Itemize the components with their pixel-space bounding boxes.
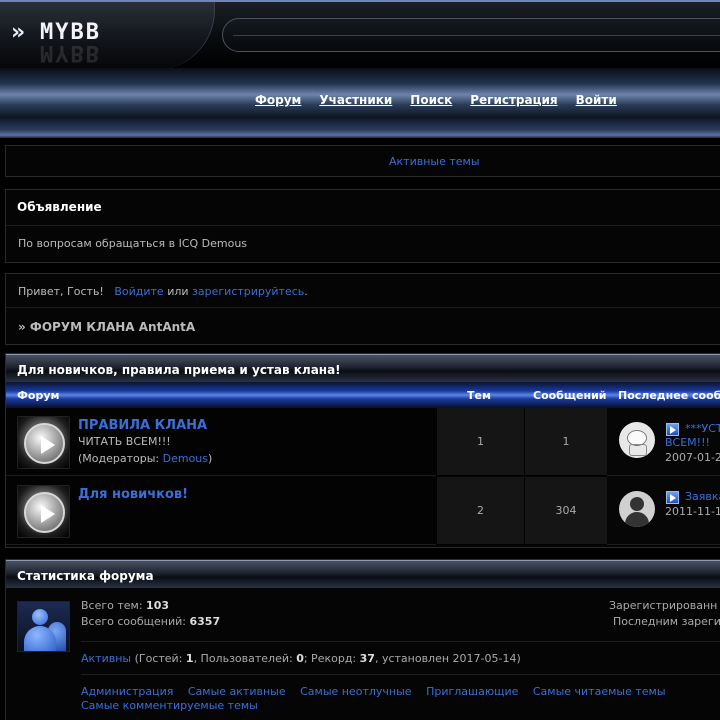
active-topics-link[interactable]: Активные темы [389,155,480,168]
login-link[interactable]: Войдите [114,285,163,298]
forum-title-link[interactable]: Для новичков! [78,487,188,502]
online-users-line: Активны (Гостей: 1, Пользователей: 0; Ре… [81,652,521,665]
forum-status-icon [17,416,70,469]
users-count: 0 [296,652,304,665]
column-posts: Сообщений [533,389,607,402]
record-date: , установлен 2017-05-14) [374,652,521,665]
forum-moderators: (Модераторы: Demous) [78,452,212,465]
column-last-post: Последнее сооб [618,389,720,402]
column-forum: Форум [17,389,60,402]
period-text: . [304,285,308,298]
logo-chevron-icon: » [11,20,25,45]
welcome-line: Привет, Гость! Войдите или зарегистрируй… [18,285,308,298]
forum-posts-count: 304 [524,477,607,545]
active-topics-panel: Активные темы [5,145,720,177]
logo[interactable]: » MYBB MYBB [0,2,215,68]
nav-members-link[interactable]: Участники [319,93,392,107]
last-registered-label: Последним зареги [613,615,720,628]
nav-search-link[interactable]: Поиск [410,93,452,107]
total-topics-value: 103 [146,599,170,612]
statistics-header: Статистика форума [6,560,720,588]
breadcrumb[interactable]: » ФОРУМ КЛАНА AntAntA [18,320,195,334]
nav-login-link[interactable]: Войти [576,93,617,107]
play-icon [24,492,65,533]
forum-title-link[interactable]: ПРАВИЛА КЛАНА [78,418,207,433]
forum-posts-count: 1 [524,408,607,476]
forum-status-icon [17,485,70,538]
header-decorative-bar [222,18,720,52]
statistics-title: Статистика форума [17,569,154,583]
column-topics: Тем [467,389,491,402]
category-header[interactable]: Для новичков, правила приема и устав кла… [6,354,720,382]
category-title: Для новичков, правила приема и устав кла… [17,363,341,377]
divider [6,225,720,226]
most-present-link[interactable]: Самые неотлучные [300,685,411,698]
inviters-link[interactable]: Приглашающие [426,685,518,698]
site-header: » MYBB MYBB [0,0,720,68]
forum-description: ЧИТАТЬ ВСЕМ!!! [78,435,171,448]
last-post-date: 2007-01-2 [665,451,720,464]
welcome-panel: Привет, Гость! Войдите или зарегистрируй… [5,273,720,345]
moderator-link[interactable]: Demous [163,452,208,465]
users-label: , Пользователей: [193,652,297,665]
column-header-row: Форум Тем Сообщений Последнее сооб [6,382,720,408]
go-to-post-icon[interactable] [666,423,679,436]
divider [81,674,720,675]
forum-main-cell: ПРАВИЛА КЛАНА ЧИТАТЬ ВСЕМ!!! (Модераторы… [6,408,436,476]
forum-main-cell: Для новичков! [6,477,436,545]
most-active-link[interactable]: Самые активные [188,685,286,698]
most-commented-topics-link[interactable]: Самые комментируемые темы [81,699,258,712]
last-post-link[interactable]: Заявка [685,490,720,503]
most-read-topics-link[interactable]: Самые читаемые темы [533,685,666,698]
guests-label: (Гостей: [131,652,186,665]
last-post-link-continued[interactable]: ВСЕМ!!! [665,436,710,449]
forum-category: Для новичков, правила приема и устав кла… [5,353,720,548]
divider [6,307,720,308]
logo-reflection: MYBB [40,40,101,65]
forum-last-post: Заявка 2011-11-1 [607,477,720,545]
record-label: ; Рекорд: [303,652,360,665]
record-count: 37 [359,652,375,665]
play-icon [24,423,65,464]
announcement-panel: Объявление По вопросам обращаться в ICQ … [5,189,720,263]
last-post-date: 2011-11-1 [665,505,720,518]
avatar[interactable] [619,422,655,458]
forum-row: Для новичков! 2 304 Заявка 2011-11-1 [6,477,720,545]
total-posts-value: 6357 [189,615,221,628]
forum-statistics: Статистика форума Всего тем: 103 Всего с… [5,559,720,720]
total-topics: Всего тем: 103 [81,599,169,612]
users-icon [17,601,70,652]
announcement-title: Объявление [17,200,102,214]
nav-forum-link[interactable]: Форум [255,93,301,107]
total-posts: Всего сообщений: 6357 [81,615,220,628]
moderators-label: (Модераторы: [78,452,163,465]
guests-count: 1 [185,652,194,665]
main-navigation: Форум Участники Поиск Регистрация Войти [0,68,720,138]
administration-link[interactable]: Администрация [81,685,173,698]
forum-row: ПРАВИЛА КЛАНА ЧИТАТЬ ВСЕМ!!! (Модераторы… [6,408,720,476]
registered-users-label: Зарегистрированн [609,599,718,612]
forum-last-post: ***УСТ ВСЕМ!!! 2007-01-2 [607,408,720,476]
online-link[interactable]: Активны [81,652,131,665]
total-posts-label: Всего сообщений: [81,615,190,628]
avatar[interactable] [619,491,655,527]
forum-topics-count: 2 [436,477,524,545]
announcement-text: По вопросам обращаться в ICQ Demous [18,237,248,250]
nav-register-link[interactable]: Регистрация [470,93,557,107]
total-topics-label: Всего тем: [81,599,147,612]
greeting-text: Привет, Гость! [18,285,104,298]
last-post-link[interactable]: ***УСТ [685,422,720,435]
register-link[interactable]: зарегистрируйтесь [192,285,304,298]
go-to-post-icon[interactable] [666,491,679,504]
moderators-suffix: ) [208,452,213,465]
divider [81,641,720,642]
forum-topics-count: 1 [436,408,524,476]
or-text: или [167,285,189,298]
statistics-links: Администрация Самые активные Самые неотл… [81,685,701,713]
